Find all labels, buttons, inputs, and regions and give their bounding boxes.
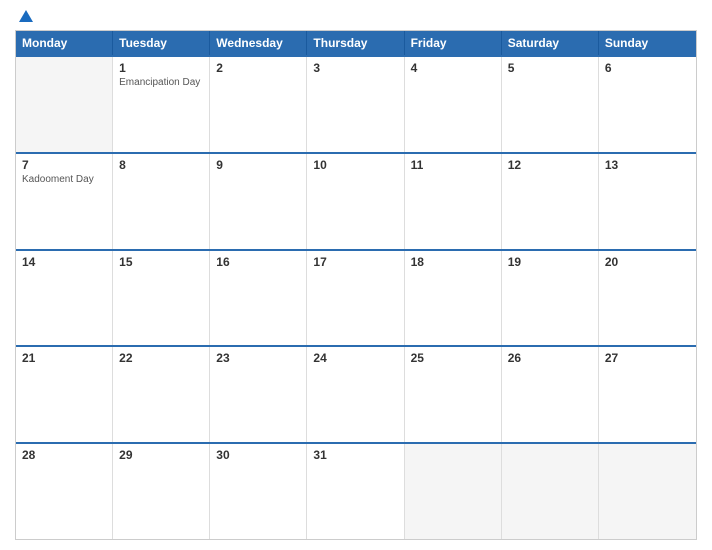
day-number: 22 <box>119 351 203 365</box>
header-sunday: Sunday <box>599 31 696 55</box>
holiday-label: Emancipation Day <box>119 77 203 88</box>
week-row: 28 29 30 31 <box>16 442 696 539</box>
day-number: 28 <box>22 448 106 462</box>
weeks-container: 1Emancipation Day234567Kadooment Day8910… <box>16 55 696 539</box>
day-cell: 21 <box>16 347 113 442</box>
day-cell: 14 <box>16 251 113 346</box>
day-cell: 10 <box>307 154 404 249</box>
day-number: 6 <box>605 61 690 75</box>
day-cell: 25 <box>405 347 502 442</box>
day-cell <box>16 57 113 152</box>
logo-blue-text <box>15 10 33 22</box>
day-number: 4 <box>411 61 495 75</box>
day-number: 2 <box>216 61 300 75</box>
day-number: 25 <box>411 351 495 365</box>
week-row: 21 22 23 24 25 26 27 <box>16 345 696 442</box>
day-number: 7 <box>22 158 106 172</box>
day-number: 8 <box>119 158 203 172</box>
day-cell: 3 <box>307 57 404 152</box>
day-number: 10 <box>313 158 397 172</box>
day-cell: 13 <box>599 154 696 249</box>
day-number: 30 <box>216 448 300 462</box>
day-cell: 5 <box>502 57 599 152</box>
holiday-label: Kadooment Day <box>22 174 106 185</box>
day-number: 23 <box>216 351 300 365</box>
day-number: 20 <box>605 255 690 269</box>
week-row: 7 Kadooment Day 89 10 11 12 13 <box>16 152 696 249</box>
day-cell: 26 <box>502 347 599 442</box>
header-friday: Friday <box>405 31 502 55</box>
day-number: 3 <box>313 61 397 75</box>
day-cell: 9 <box>210 154 307 249</box>
day-number: 27 <box>605 351 690 365</box>
day-number: 26 <box>508 351 592 365</box>
logo-triangle-icon <box>19 10 33 22</box>
day-cell: 19 <box>502 251 599 346</box>
day-cell: 6 <box>599 57 696 152</box>
day-cell <box>405 444 502 539</box>
day-cell: 22 <box>113 347 210 442</box>
header-wednesday: Wednesday <box>210 31 307 55</box>
header-tuesday: Tuesday <box>113 31 210 55</box>
day-headers-row: Monday Tuesday Wednesday Thursday Friday… <box>16 31 696 55</box>
day-cell <box>599 444 696 539</box>
day-cell: 8 <box>113 154 210 249</box>
day-number: 1 <box>119 61 203 75</box>
day-cell <box>502 444 599 539</box>
day-cell: 31 <box>307 444 404 539</box>
day-cell: 11 <box>405 154 502 249</box>
day-number: 18 <box>411 255 495 269</box>
day-number: 12 <box>508 158 592 172</box>
day-cell: 17 <box>307 251 404 346</box>
day-cell: 27 <box>599 347 696 442</box>
day-cell: 30 <box>210 444 307 539</box>
day-number: 21 <box>22 351 106 365</box>
day-cell: 1 Emancipation Day <box>113 57 210 152</box>
day-cell: 29 <box>113 444 210 539</box>
week-row: 14 15 16 17 18 19 20 <box>16 249 696 346</box>
day-number: 31 <box>313 448 397 462</box>
logo <box>15 10 33 22</box>
day-cell: 12 <box>502 154 599 249</box>
day-cell: 20 <box>599 251 696 346</box>
week-row: 1 Emancipation Day 23456 <box>16 55 696 152</box>
day-cell: 18 <box>405 251 502 346</box>
day-cell: 15 <box>113 251 210 346</box>
day-cell: 23 <box>210 347 307 442</box>
day-number: 5 <box>508 61 592 75</box>
day-cell: 2 <box>210 57 307 152</box>
header <box>15 10 697 22</box>
day-number: 11 <box>411 158 495 172</box>
day-cell: 28 <box>16 444 113 539</box>
day-cell: 24 <box>307 347 404 442</box>
header-saturday: Saturday <box>502 31 599 55</box>
day-number: 14 <box>22 255 106 269</box>
day-cell: 4 <box>405 57 502 152</box>
day-number: 9 <box>216 158 300 172</box>
day-number: 15 <box>119 255 203 269</box>
day-number: 24 <box>313 351 397 365</box>
header-monday: Monday <box>16 31 113 55</box>
day-number: 17 <box>313 255 397 269</box>
day-number: 19 <box>508 255 592 269</box>
day-cell: 7 Kadooment Day <box>16 154 113 249</box>
day-number: 16 <box>216 255 300 269</box>
day-cell: 16 <box>210 251 307 346</box>
calendar: Monday Tuesday Wednesday Thursday Friday… <box>15 30 697 540</box>
day-number: 13 <box>605 158 690 172</box>
header-thursday: Thursday <box>307 31 404 55</box>
day-number: 29 <box>119 448 203 462</box>
